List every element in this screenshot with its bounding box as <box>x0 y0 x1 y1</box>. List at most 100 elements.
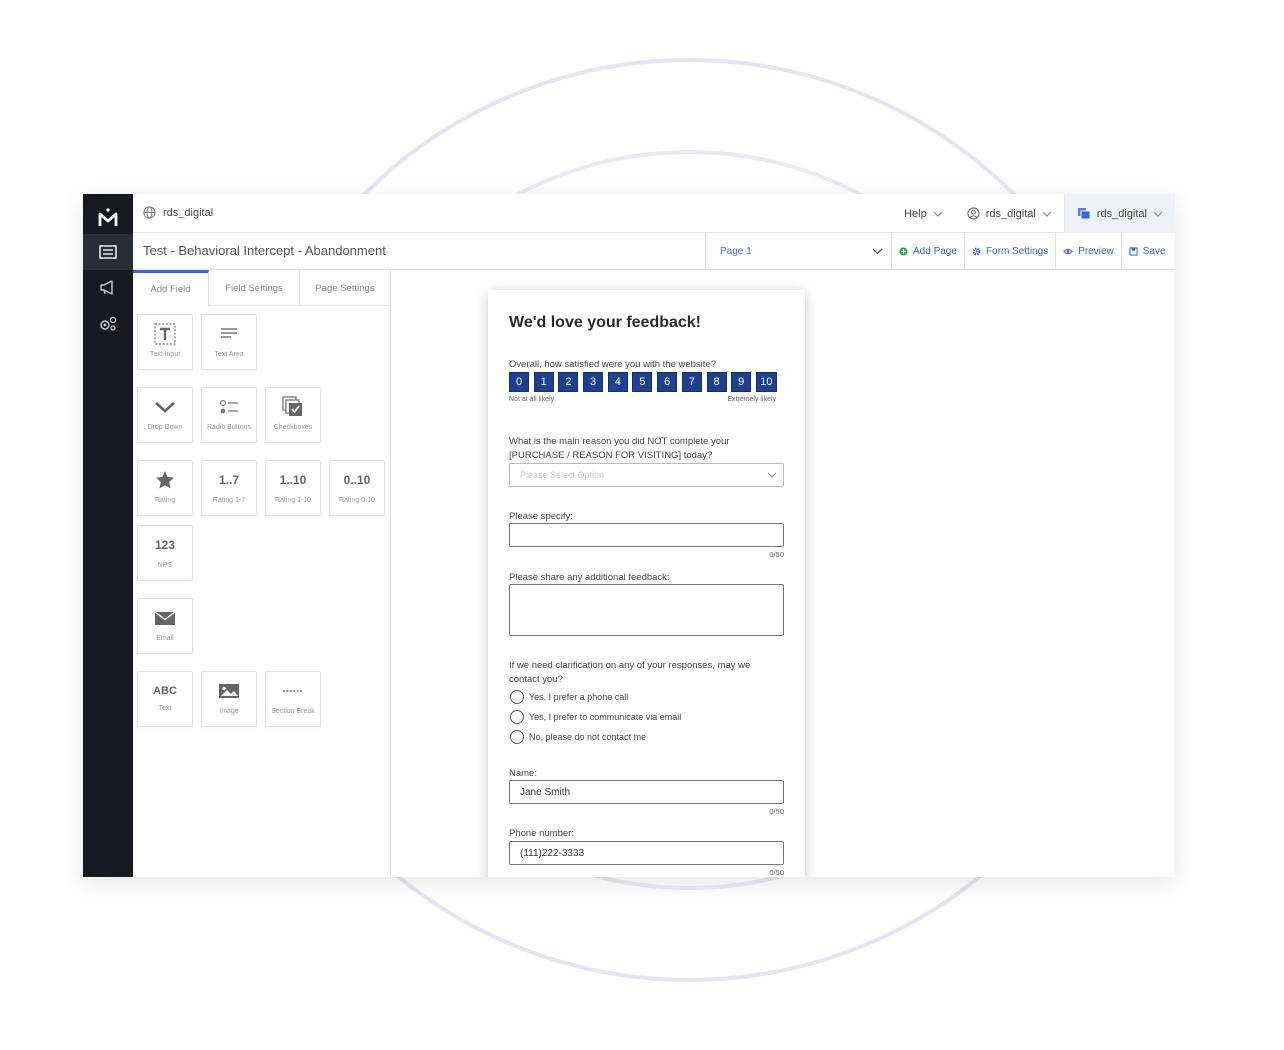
megaphone-icon[interactable] <box>83 270 133 306</box>
form-toolbar: Test - Behavioral Intercept - Abandonmen… <box>133 233 1175 270</box>
scale-option[interactable]: 0 <box>509 372 529 392</box>
radio-button[interactable] <box>510 690 524 704</box>
scale-low-label: Not at all likely <box>509 396 555 403</box>
question-contact-line: contact you? <box>509 674 563 685</box>
name-input[interactable]: Jane Smith <box>509 780 784 804</box>
left-rail <box>83 194 133 877</box>
tile-label: NPS <box>157 562 173 569</box>
add-page-button[interactable]: Add Page <box>891 233 964 270</box>
star-icon <box>156 471 174 489</box>
scale-option[interactable]: 5 <box>632 372 653 392</box>
tile-label: Email <box>156 635 174 642</box>
contact-option-phone[interactable]: Yes, I prefer a phone call <box>510 690 628 704</box>
tab-field-settings[interactable]: Field Settings <box>209 270 300 306</box>
account-menu[interactable]: rds_digital <box>1063 194 1175 233</box>
save-icon <box>1129 247 1138 256</box>
tile-text[interactable]: ABC Text <box>137 671 193 727</box>
chevron-down-icon <box>933 211 943 217</box>
text-icon: ABC <box>153 685 177 697</box>
form-settings-button[interactable]: Form Settings <box>963 233 1055 270</box>
question-reason-line: [PURCHASE / REASON FOR VISITING] today? <box>509 450 713 461</box>
rating-1-10-icon: 1..10 <box>279 473 307 487</box>
page-select-value: Page 1 <box>720 246 752 257</box>
phone-input[interactable]: (111)222-3333 <box>509 841 784 865</box>
chevron-down-icon <box>1042 211 1052 217</box>
gears-icon[interactable] <box>83 306 133 342</box>
radio-label: Yes, I prefer a phone call <box>529 692 629 702</box>
tile-label: Section Break <box>271 708 315 715</box>
save-button[interactable]: Save <box>1120 233 1173 270</box>
forms-icon[interactable] <box>83 234 133 270</box>
tile-checkboxes[interactable]: Checkboxes <box>265 387 321 443</box>
scale-option[interactable]: 4 <box>607 372 628 392</box>
radio-button[interactable] <box>510 710 524 724</box>
tile-rating-0-10[interactable]: 0..10 Rating 0-10 <box>329 460 385 516</box>
specify-counter: 0/50 <box>769 550 784 559</box>
scale-option[interactable]: 9 <box>731 372 752 392</box>
tile-label: Image <box>219 708 239 715</box>
question-specify: Please specify: <box>509 511 573 522</box>
form-title[interactable]: Test - Behavioral Intercept - Abandonmen… <box>143 243 386 258</box>
section-break-icon <box>283 690 303 692</box>
help-menu[interactable]: Help <box>892 194 955 233</box>
satisfaction-scale: 0 1 2 3 4 5 6 7 8 9 10 <box>509 372 777 392</box>
org-switcher[interactable]: rds_digital <box>143 206 213 219</box>
tile-email[interactable]: Email <box>137 598 193 654</box>
rating-0-10-icon: 0..10 <box>343 473 371 487</box>
tile-image[interactable]: Image <box>201 671 257 727</box>
page-select[interactable]: Page 1 <box>705 233 891 270</box>
tile-rating-1-7[interactable]: 1..7 Rating 1-7 <box>201 460 257 516</box>
text-input-icon <box>154 323 176 345</box>
account-name: rds_digital <box>1096 207 1147 220</box>
logo-icon[interactable] <box>97 207 119 229</box>
image-icon <box>219 684 239 698</box>
preview-button[interactable]: Preview <box>1055 233 1121 270</box>
tab-add-field[interactable]: Add Field <box>133 270 209 306</box>
user-circle-icon <box>967 207 980 220</box>
gear-icon <box>972 247 981 256</box>
additional-feedback-textarea[interactable] <box>509 584 784 636</box>
name-label: Name: <box>509 768 537 779</box>
radio-label: No, please do not contact me <box>529 732 647 742</box>
tile-label: Checkboxes <box>273 424 313 431</box>
radio-button[interactable] <box>510 730 524 744</box>
scale-option[interactable]: 1 <box>533 372 554 392</box>
scale-option[interactable]: 7 <box>681 372 702 392</box>
specify-input[interactable] <box>509 523 784 547</box>
question-contact: If we need clarification on any of your … <box>509 659 750 687</box>
radio-buttons-icon <box>220 400 238 414</box>
question-additional: Please share any additional feedback: <box>509 572 670 583</box>
scale-option[interactable]: 3 <box>583 372 604 392</box>
add-page-label: Add Page <box>913 246 957 257</box>
reason-select[interactable]: Please Select Option <box>509 463 784 487</box>
nps-icon: 123 <box>154 538 176 552</box>
globe-icon <box>143 206 156 219</box>
tab-page-settings[interactable]: Page Settings <box>300 270 391 306</box>
tile-text-input[interactable]: Text Input <box>137 314 193 370</box>
user-menu[interactable]: rds_digital <box>955 194 1064 233</box>
text-area-icon <box>221 328 237 338</box>
scale-option[interactable]: 10 <box>755 372 777 392</box>
tile-label: Drop Down <box>147 424 183 431</box>
tile-drop-down[interactable]: Drop Down <box>137 387 193 443</box>
tile-label: Rating 0-10 <box>338 497 376 504</box>
chevron-down-icon <box>155 402 175 413</box>
question-reason: What is the main reason you did NOT comp… <box>509 435 730 463</box>
tile-radio-buttons[interactable]: Radio Buttons <box>201 387 257 443</box>
tile-label: Rating 1-10 <box>274 497 312 504</box>
tile-text-area[interactable]: Text Area <box>201 314 257 370</box>
tile-label: Text <box>158 705 172 712</box>
contact-option-none[interactable]: No, please do not contact me <box>510 730 646 744</box>
tile-rating[interactable]: Rating <box>137 460 193 516</box>
tile-rating-1-10[interactable]: 1..10 Rating 1-10 <box>265 460 321 516</box>
question-satisfaction: Overall, how satisfied were you with the… <box>509 359 716 370</box>
radio-label: Yes, I prefer to communicate via email <box>529 712 682 722</box>
scale-option[interactable]: 6 <box>657 372 678 392</box>
contact-option-email[interactable]: Yes, I prefer to communicate via email <box>510 710 681 724</box>
tile-nps[interactable]: 123 NPS <box>137 525 193 581</box>
tile-section-break[interactable]: Section Break <box>265 671 321 727</box>
scale-option[interactable]: 8 <box>706 372 727 392</box>
field-panel: Add Field Field Settings Page Settings T… <box>133 270 391 877</box>
scale-option[interactable]: 2 <box>558 372 579 392</box>
preview-label: Preview <box>1078 246 1114 257</box>
